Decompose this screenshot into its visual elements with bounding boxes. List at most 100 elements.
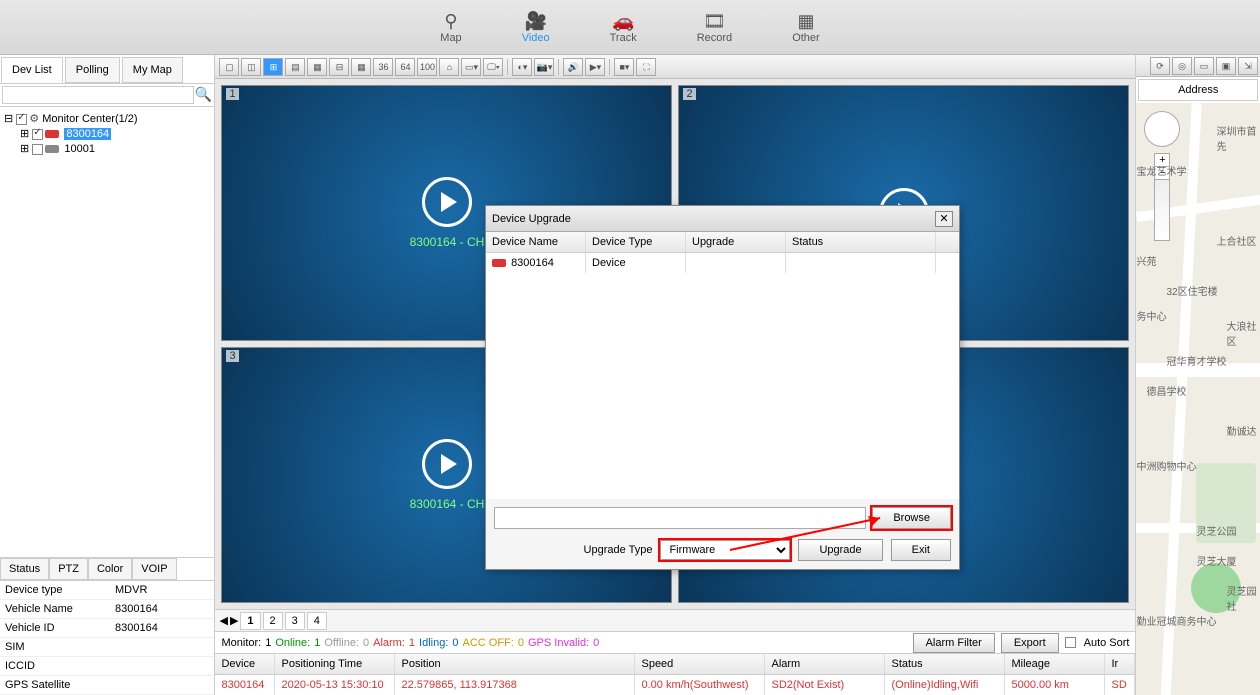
layout-9-icon[interactable]: ⊟ [329, 58, 349, 76]
layout-36-icon[interactable]: 36 [373, 58, 393, 76]
col-speed[interactable]: Speed [635, 654, 765, 674]
sound-icon[interactable]: 🔊 [563, 58, 583, 76]
col-device-name[interactable]: Device Name [486, 232, 586, 252]
home-icon[interactable]: ⌂ [439, 58, 459, 76]
tab-ptz[interactable]: PTZ [49, 558, 88, 580]
col-status[interactable]: Status [786, 232, 936, 252]
tree-device-2[interactable]: ⊞ 10001 [4, 141, 210, 156]
map-label: 深圳市首先 [1216, 123, 1260, 153]
compass-icon[interactable] [1144, 111, 1180, 147]
nav-track[interactable]: 🚗Track [610, 11, 637, 44]
layout-8-icon[interactable]: ▦ [307, 58, 327, 76]
device-icon [45, 130, 59, 138]
tab-my-map[interactable]: My Map [122, 57, 183, 83]
play-icon[interactable]: ▶▾ [585, 58, 605, 76]
col-position[interactable]: Position [395, 654, 635, 674]
map[interactable]: + − 深圳市首先 宝龙艺术学 上合社区 兴苑 32区住宅楼 务中心 大浪社区 … [1136, 103, 1260, 695]
snapshot-icon[interactable]: 📷▾ [534, 58, 554, 76]
col-device-type[interactable]: Device Type [586, 232, 686, 252]
video-number: 1 [226, 88, 238, 100]
nav-video[interactable]: 🎥Video [522, 11, 550, 44]
table-row[interactable]: 8300164 Device [486, 253, 959, 273]
device-search-input[interactable] [2, 86, 194, 104]
exit-button[interactable]: Exit [891, 539, 951, 561]
stop-icon[interactable]: ■▾ [614, 58, 634, 76]
page-tabs: ◀ ▶ 1 2 3 4 [215, 609, 1135, 631]
col-upgrade[interactable]: Upgrade [686, 232, 786, 252]
tab-polling[interactable]: Polling [65, 57, 120, 83]
tab-color[interactable]: Color [88, 558, 132, 580]
map-label: 灵芝园社 [1226, 583, 1260, 613]
table-row[interactable]: 8300164 2020-05-13 15:30:10 22.579865, 1… [215, 675, 1135, 695]
col-time[interactable]: Positioning Time [275, 654, 395, 674]
tab-status[interactable]: Status [0, 558, 49, 580]
browse-button[interactable]: Browse [872, 507, 951, 529]
gps-count: 0 [593, 637, 599, 649]
offline-label: Offline: [324, 637, 359, 649]
checkbox[interactable] [16, 114, 27, 125]
window-icon[interactable]: ▭ [1194, 57, 1214, 75]
display-icon[interactable]: 🖵▾ [483, 58, 503, 76]
target-icon[interactable]: ◎ [1172, 57, 1192, 75]
page-tab-4[interactable]: 4 [307, 612, 327, 630]
page-tab-1[interactable]: 1 [240, 612, 260, 630]
autosort-checkbox[interactable] [1065, 637, 1076, 648]
address-button[interactable]: Address [1138, 79, 1258, 101]
nav-map[interactable]: ⚲Map [440, 11, 461, 44]
page-prev-icon[interactable]: ◀ [219, 614, 227, 627]
play-button-icon[interactable] [422, 177, 472, 227]
col-in[interactable]: Ir [1105, 654, 1135, 674]
export-button[interactable]: Export [1001, 633, 1059, 653]
upgrade-button[interactable]: Upgrade [798, 539, 882, 561]
tab-dev-list[interactable]: Dev List [1, 57, 63, 83]
status-value [110, 676, 214, 694]
page-next-icon[interactable]: ▶ [230, 614, 238, 627]
page-tab-2[interactable]: 2 [263, 612, 283, 630]
device-tree: ⊟ ⚙ Monitor Center(1/2) ⊞ 8300164 ⊞ 1000… [0, 107, 214, 557]
upgrade-type-select[interactable]: Firmware [660, 540, 790, 560]
fullscreen-icon[interactable]: ⛶ [636, 58, 656, 76]
zoom-slider[interactable] [1155, 180, 1169, 240]
nav-other[interactable]: ▦Other [792, 11, 820, 44]
col-alarm[interactable]: Alarm [765, 654, 885, 674]
status-label: Vehicle ID [0, 619, 110, 637]
layout-6-icon[interactable]: ▤ [285, 58, 305, 76]
status-row: SIM [0, 638, 214, 657]
search-icon[interactable]: 🔍 [194, 86, 212, 104]
layout-16-icon[interactable]: ▦ [351, 58, 371, 76]
nav-video-label: Video [522, 32, 550, 44]
alarm-filter-button[interactable]: Alarm Filter [913, 633, 995, 653]
nav-record[interactable]: 🎞Record [697, 11, 732, 44]
status-row: ICCID [0, 657, 214, 676]
col-device[interactable]: Device [215, 654, 275, 674]
alarm-label: Alarm: [373, 637, 405, 649]
layout-100-icon[interactable]: 100 [417, 58, 437, 76]
effect-icon[interactable]: ◐▾ [512, 58, 532, 76]
aspect-icon[interactable]: ▭▾ [461, 58, 481, 76]
map-label: 勤诚达 [1226, 423, 1256, 438]
map-label: 上合社区 [1216, 233, 1256, 248]
checkbox[interactable] [32, 144, 43, 155]
layout-1-icon[interactable]: ▢ [219, 58, 239, 76]
layout-4-icon[interactable]: ⊞ [263, 58, 283, 76]
window2-icon[interactable]: ▣ [1216, 57, 1236, 75]
link-icon[interactable]: ⇲ [1238, 57, 1258, 75]
tab-voip[interactable]: VOIP [132, 558, 176, 580]
layout-2-icon[interactable]: ◫ [241, 58, 261, 76]
status-panel: Device typeMDVR Vehicle Name8300164 Vehi… [0, 580, 214, 695]
checkbox[interactable] [32, 129, 43, 140]
upgrade-file-input[interactable] [494, 507, 866, 529]
tree-device-1[interactable]: ⊞ 8300164 [4, 126, 210, 141]
gps-label: GPS Invalid: [528, 637, 589, 649]
map-label: 勤业冠城商务中心 [1136, 613, 1216, 628]
col-status[interactable]: Status [885, 654, 1005, 674]
refresh-icon[interactable]: ⟳ [1150, 57, 1170, 75]
tree-root[interactable]: ⊟ ⚙ Monitor Center(1/2) [4, 111, 210, 126]
page-tab-3[interactable]: 3 [285, 612, 305, 630]
play-button-icon[interactable] [422, 439, 472, 489]
layout-64-icon[interactable]: 64 [395, 58, 415, 76]
close-icon[interactable]: ✕ [935, 211, 953, 227]
dialog-titlebar[interactable]: Device Upgrade ✕ [486, 206, 959, 232]
online-count: 1 [314, 637, 320, 649]
col-mileage[interactable]: Mileage [1005, 654, 1105, 674]
